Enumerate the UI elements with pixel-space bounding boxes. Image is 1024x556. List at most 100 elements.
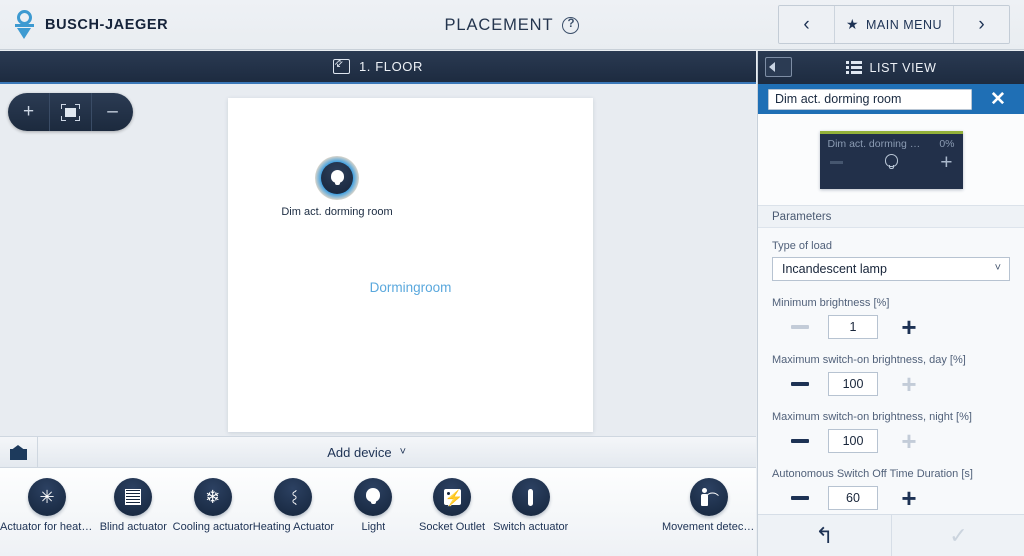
parameters-body: Type of load Incandescent lamp ˅ Minimum… <box>758 228 1024 511</box>
palette-item-label: Light <box>361 521 386 533</box>
palette-item-label: Cooling actuator <box>172 521 253 533</box>
decrement-button[interactable] <box>772 439 828 443</box>
palette-item-movement-detector[interactable]: ⌒ Movement detect… <box>662 478 756 533</box>
decrement-button[interactable] <box>772 382 828 386</box>
socket-outlet-icon: ⚡ <box>433 478 472 516</box>
fit-to-screen-icon <box>61 103 80 121</box>
palette-item-label: Socket Outlet <box>419 521 486 533</box>
max-switchon-day-stepper: 100 + <box>772 371 1010 397</box>
autonomous-switchoff-stepper: 60 + <box>772 485 1010 511</box>
device-palette: ✳ Actuator for heati… Blind actuator ❄ C… <box>0 468 756 556</box>
device-widget-value: 0% <box>939 137 955 150</box>
floor-tab-bar[interactable]: 1. FLOOR <box>0 51 756 84</box>
decrement-button[interactable] <box>772 496 828 500</box>
palette-item-socket-outlet[interactable]: ⚡ Socket Outlet <box>413 478 492 533</box>
main-menu-label: MAIN MENU <box>866 17 943 32</box>
palette-item-cooling-actuator[interactable]: ❄ Cooling actuator <box>173 478 253 533</box>
minimum-brightness-stepper: 1 + <box>772 314 1010 340</box>
star-icon: ★ <box>845 16 860 32</box>
heating-waves-icon: 〰 <box>274 478 313 516</box>
max-switchon-night-label: Maximum switch-on brightness, night [%] <box>772 411 972 423</box>
panel-header: LIST VIEW <box>758 51 1024 84</box>
navigation-group: ‹ ★ MAIN MENU › <box>778 5 1010 44</box>
heating-cooling-actuator-icon: ✳ <box>28 478 66 516</box>
value-field[interactable]: 60 <box>828 486 878 510</box>
increment-button[interactable]: + <box>878 485 940 511</box>
home-button[interactable] <box>0 437 38 467</box>
fit-to-screen-button[interactable] <box>49 93 91 131</box>
palette-item-label: Movement detect… <box>662 521 757 533</box>
chevron-down-icon: ˅ <box>994 262 1001 274</box>
value-field[interactable]: 1 <box>828 315 878 339</box>
type-of-load-select[interactable]: Incandescent lamp ˅ <box>772 257 1010 281</box>
increment-button: + <box>901 426 917 456</box>
floorplan-icon <box>332 59 350 74</box>
placed-device[interactable]: Dim act. dorming room <box>257 156 417 218</box>
add-device-button[interactable]: Add device ˅ <box>327 445 406 460</box>
panel-footer: ↰ ✓ <box>758 514 1024 556</box>
device-widget-header: Dim act. dorming … 0% <box>820 134 963 150</box>
zoom-controls: + – <box>8 93 133 131</box>
palette-item-actuator-for-heating[interactable]: ✳ Actuator for heati… <box>0 478 94 533</box>
palette-item-label: Switch actuator <box>493 521 569 533</box>
close-icon[interactable]: ✕ <box>972 88 1024 111</box>
palette-item-switch-actuator[interactable]: Switch actuator <box>491 478 570 533</box>
widget-minus-button[interactable] <box>829 160 843 164</box>
value-field[interactable]: 100 <box>828 372 878 396</box>
device-widget-name: Dim act. dorming … <box>827 137 921 150</box>
confirm-button: ✓ <box>891 515 1024 556</box>
application-window: BUSCH-JAEGER PLACEMENT ? ‹ ★ MAIN MENU ›… <box>0 0 1024 556</box>
palette-item-label: Heating Actuator <box>252 521 335 533</box>
help-icon[interactable]: ? <box>562 16 580 34</box>
page-title: PLACEMENT <box>444 15 554 34</box>
room-label: Dormingroom <box>369 280 452 295</box>
snowflake-icon: ❄ <box>193 478 232 516</box>
type-of-load-label: Type of load <box>772 240 832 252</box>
type-of-load-value: Incandescent lamp <box>772 257 1010 281</box>
prev-button[interactable]: ‹ <box>779 6 834 43</box>
light-bulb-icon <box>321 162 353 194</box>
palette-item-label: Blind actuator <box>99 521 167 533</box>
search-row: ✕ <box>758 84 1024 114</box>
light-bulb-icon <box>354 478 393 516</box>
zoom-out-button[interactable]: – <box>91 93 133 131</box>
list-icon <box>845 61 862 74</box>
home-icon <box>10 444 27 460</box>
list-view-panel: LIST VIEW ✕ Dim act. dorming … 0% + <box>757 51 1024 556</box>
switch-actuator-icon <box>511 478 550 516</box>
light-bulb-outline-icon[interactable] <box>884 153 898 171</box>
floor-label: 1. FLOOR <box>358 59 424 74</box>
blind-actuator-icon <box>114 478 153 516</box>
floorplan-sheet[interactable]: Dim act. dorming room Dormingroom <box>228 98 593 432</box>
palette-item-heating-actuator[interactable]: 〰 Heating Actuator <box>253 478 334 533</box>
device-widget-area: Dim act. dorming … 0% + <box>758 114 1024 206</box>
device-widget-controls: + <box>820 150 963 173</box>
next-button[interactable]: › <box>954 6 1009 43</box>
device-selection-glow <box>315 156 359 200</box>
panel-title: LIST VIEW <box>869 60 937 75</box>
collapse-panel-icon[interactable] <box>765 57 792 77</box>
palette-item-blind-actuator[interactable]: Blind actuator <box>94 478 173 533</box>
parameters-header: Parameters <box>758 206 1024 228</box>
max-switchon-night-stepper: 100 + <box>772 428 1010 454</box>
movement-detector-icon: ⌒ <box>690 478 729 516</box>
increment-button[interactable]: + <box>878 314 940 340</box>
back-button[interactable]: ↰ <box>758 515 891 556</box>
chevron-down-icon: ˅ <box>399 446 406 458</box>
decrement-button <box>772 325 828 329</box>
add-device-label: Add device <box>327 444 392 460</box>
palette-item-light[interactable]: Light <box>334 478 413 533</box>
device-widget[interactable]: Dim act. dorming … 0% + <box>819 130 963 189</box>
main-menu-button[interactable]: ★ MAIN MENU <box>834 6 954 43</box>
widget-plus-button[interactable]: + <box>940 152 952 173</box>
add-device-bar: Add device ˅ <box>0 436 756 468</box>
value-field[interactable]: 100 <box>828 429 878 453</box>
search-input[interactable] <box>768 88 972 110</box>
zoom-in-button[interactable]: + <box>8 93 49 131</box>
minimum-brightness-label: Minimum brightness [%] <box>772 297 890 309</box>
placed-device-label: Dim act. dorming room <box>281 206 393 218</box>
increment-button: + <box>901 369 917 399</box>
palette-item-label: Actuator for heati… <box>0 521 94 533</box>
floorplan-canvas[interactable]: + – Dim act. dorming room Dormingroom <box>0 84 756 436</box>
top-header: BUSCH-JAEGER PLACEMENT ? ‹ ★ MAIN MENU › <box>0 0 1024 50</box>
